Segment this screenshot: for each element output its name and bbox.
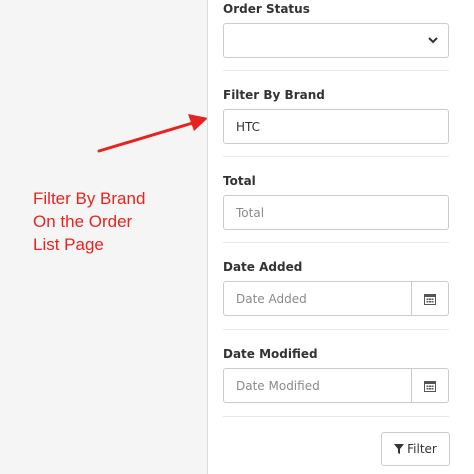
date-added-input[interactable]: Date Added bbox=[223, 281, 412, 316]
divider bbox=[223, 156, 449, 157]
date-modified-group: Date Modified Date Modified bbox=[223, 347, 449, 403]
date-modified-calendar-button[interactable] bbox=[411, 368, 449, 403]
calendar-icon bbox=[424, 293, 436, 305]
filter-button[interactable]: Filter bbox=[381, 432, 450, 466]
funnel-icon bbox=[394, 444, 405, 454]
annotation-line: Filter By Brand bbox=[33, 189, 146, 208]
brand-value: HTC bbox=[236, 119, 261, 134]
order-status-select[interactable] bbox=[223, 23, 449, 58]
annotation-text: Filter By Brand On the Order List Page bbox=[33, 187, 203, 256]
order-status-label: Order Status bbox=[223, 2, 310, 16]
date-added-label: Date Added bbox=[223, 260, 303, 274]
filter-panel: Order Status Filter By Brand HTC Total T… bbox=[207, 0, 474, 474]
annotation-line: List Page bbox=[33, 235, 104, 254]
date-added-placeholder: Date Added bbox=[236, 291, 307, 306]
date-added-group: Date Added Date Added bbox=[223, 260, 449, 316]
divider bbox=[223, 70, 449, 71]
date-modified-placeholder: Date Modified bbox=[236, 378, 320, 393]
calendar-icon bbox=[424, 380, 436, 392]
total-input[interactable]: Total bbox=[223, 195, 449, 230]
date-modified-input[interactable]: Date Modified bbox=[223, 368, 412, 403]
page-background: Filter By Brand On the Order List Page bbox=[0, 0, 208, 474]
date-modified-label: Date Modified bbox=[223, 347, 318, 361]
red-arrow-icon bbox=[97, 114, 208, 153]
brand-label: Filter By Brand bbox=[223, 88, 325, 102]
brand-group: Filter By Brand HTC bbox=[223, 88, 449, 144]
order-status-group: Order Status bbox=[223, 2, 449, 58]
divider bbox=[223, 416, 449, 417]
chevron-down-icon bbox=[428, 37, 438, 44]
total-label: Total bbox=[223, 174, 256, 188]
total-group: Total Total bbox=[223, 174, 449, 230]
date-added-calendar-button[interactable] bbox=[411, 281, 449, 316]
divider bbox=[223, 242, 449, 243]
total-placeholder: Total bbox=[236, 205, 265, 220]
brand-input[interactable]: HTC bbox=[223, 109, 449, 144]
annotation-line: On the Order bbox=[33, 212, 133, 231]
filter-button-label: Filter bbox=[407, 442, 437, 456]
divider bbox=[223, 329, 449, 330]
